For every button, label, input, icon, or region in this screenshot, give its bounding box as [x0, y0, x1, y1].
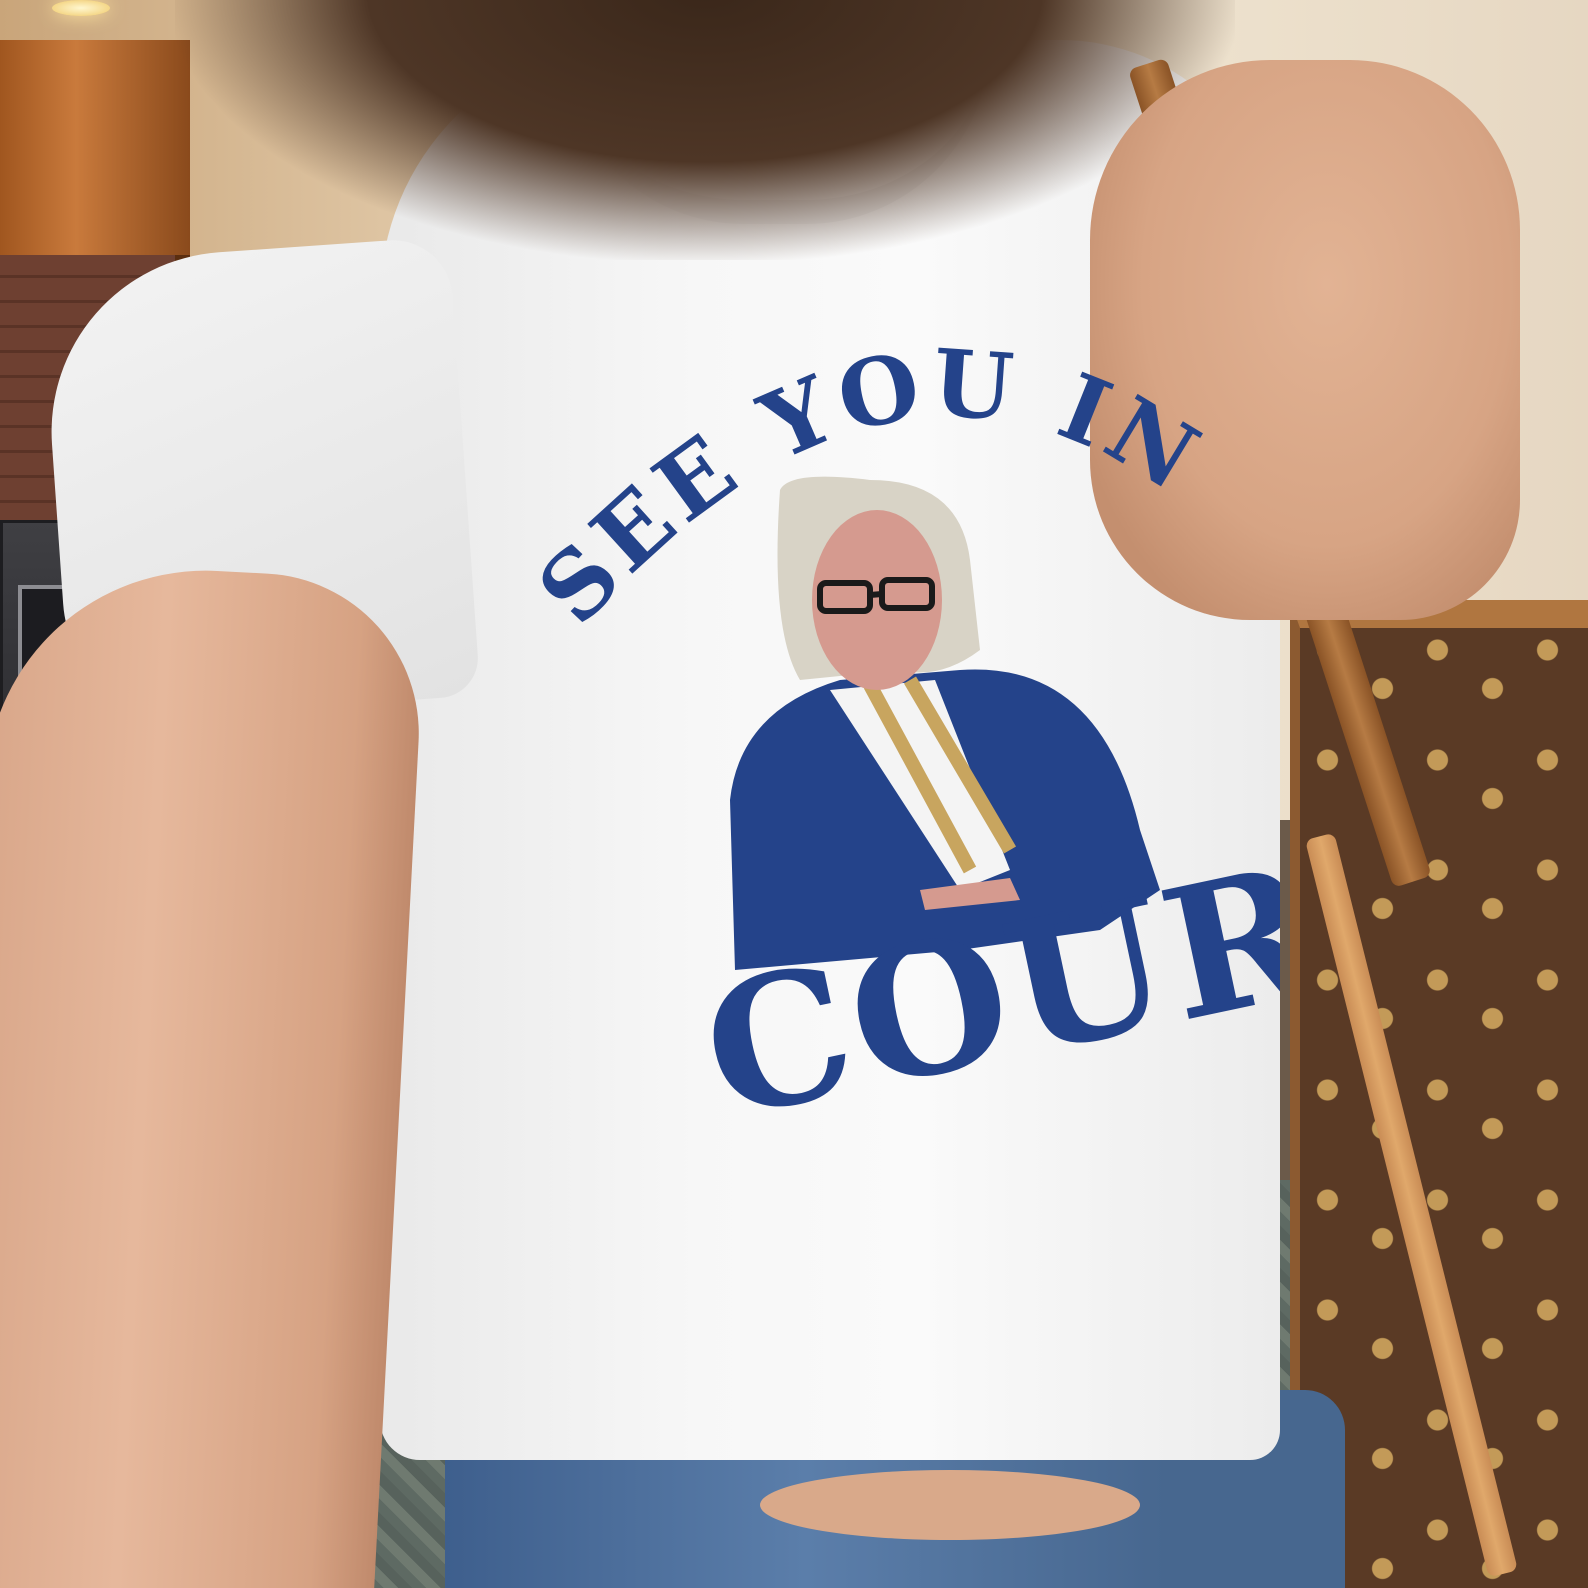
shirt-print: SEE YOU IN COURT — [540, 330, 1280, 1110]
hair — [175, 0, 1235, 260]
midriff — [760, 1470, 1140, 1540]
ceiling-light — [52, 0, 110, 16]
copper-range-hood — [0, 40, 190, 261]
shirt-print-graphic: SEE YOU IN COURT — [540, 330, 1280, 1110]
arm — [0, 559, 427, 1588]
photo-scene: SEE YOU IN COURT — [0, 0, 1588, 1588]
